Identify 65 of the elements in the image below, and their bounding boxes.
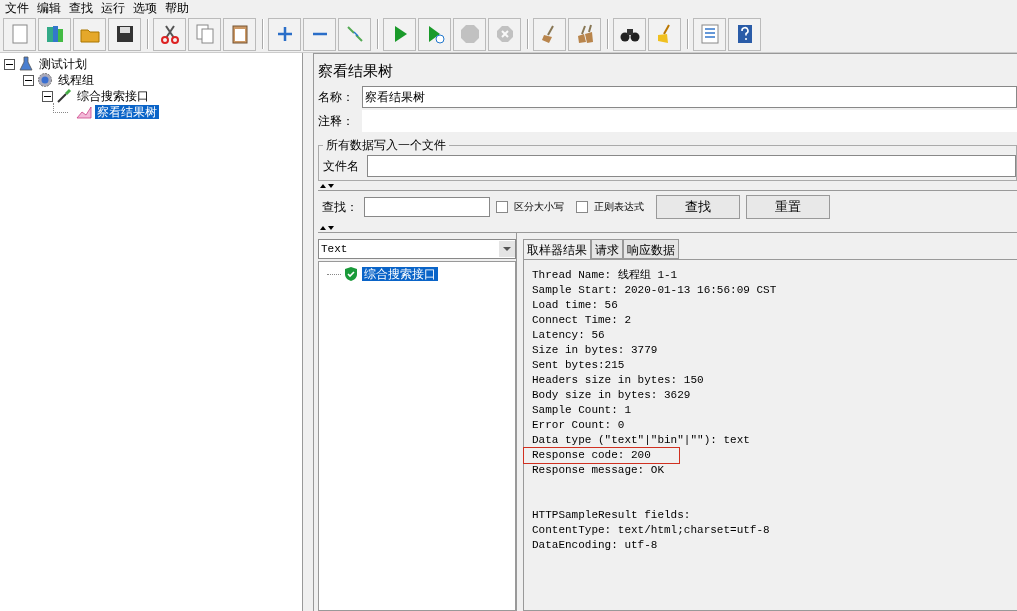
- toolbar-button[interactable]: [108, 17, 141, 51]
- checkbox[interactable]: [496, 201, 508, 213]
- search-field[interactable]: [364, 197, 490, 217]
- collapse-icon[interactable]: [23, 74, 34, 86]
- checkbox-label: 区分大小写: [514, 200, 564, 214]
- tab[interactable]: 取样器结果: [523, 239, 591, 259]
- result-line: Data type ("text"|"bin"|""): text: [532, 433, 750, 448]
- result-line: Thread Name: 线程组 1-1: [532, 268, 678, 283]
- search-button[interactable]: 查找: [656, 195, 740, 219]
- menu-item[interactable]: 帮助: [163, 1, 195, 15]
- result-line: DataEncoding: utf-8: [532, 538, 658, 553]
- renderer-dropdown[interactable]: Text: [318, 239, 516, 259]
- result-line: Latency: 56: [532, 328, 605, 343]
- menu-item[interactable]: 选项: [131, 1, 163, 15]
- minus-icon: [311, 32, 328, 36]
- splitter-arrows-icon[interactable]: [320, 224, 334, 231]
- tree-item[interactable]: 察看结果树: [95, 105, 159, 119]
- pipette-icon: [56, 88, 72, 104]
- collapse-icon[interactable]: [42, 90, 53, 102]
- group-title: 所有数据写入一个文件: [325, 137, 447, 154]
- menu-item[interactable]: 查找: [67, 1, 99, 15]
- checkbox[interactable]: [576, 201, 588, 213]
- result-line: Body size in bytes: 3629: [532, 388, 691, 403]
- result-line: Size in bytes: 3779: [532, 343, 658, 358]
- name-field[interactable]: 察看结果树: [362, 86, 1017, 108]
- panel-title: 察看结果树: [318, 61, 394, 82]
- gear-icon: [37, 72, 53, 88]
- result-line: Error Count: 0: [532, 418, 625, 433]
- result-line: Connect Time: 2: [532, 313, 632, 328]
- field-label: 查找：: [322, 198, 358, 216]
- copy-icon: [193, 23, 216, 45]
- filename-field[interactable]: [367, 155, 1016, 177]
- result-line: ContentType: text/html;charset=utf-8: [532, 523, 770, 538]
- result-line: Response code: 200: [524, 448, 679, 463]
- result-line: Sample Count: 1: [532, 403, 632, 418]
- tree-item[interactable]: 综合搜索接口: [75, 89, 151, 103]
- result-line: Sample Start: 2020-01-13 16:56:09 CST: [532, 283, 777, 298]
- flask-icon: [18, 56, 34, 72]
- result-line: Load time: 56: [532, 298, 618, 313]
- result-line: Headers size in bytes: 150: [532, 373, 704, 388]
- shield-check-icon: [343, 266, 359, 282]
- sample-item[interactable]: 综合搜索接口: [362, 267, 438, 281]
- tree-item[interactable]: 线程组: [56, 73, 96, 87]
- result-line: HTTPSampleResult fields:: [532, 508, 691, 523]
- result-line: Response message: OK: [532, 463, 665, 478]
- field-label: 名称：: [318, 88, 355, 106]
- tab[interactable]: 请求: [591, 239, 623, 259]
- toolbar-button[interactable]: [153, 17, 186, 51]
- collapse-icon[interactable]: [4, 58, 15, 70]
- menu-item[interactable]: 编辑: [35, 1, 67, 15]
- checkbox-label: 正则表达式: [594, 200, 644, 214]
- list-icon: [698, 23, 721, 45]
- result-line: Sent bytes:215: [532, 358, 625, 373]
- tree-item[interactable]: 测试计划: [37, 57, 89, 71]
- scissors-icon: [158, 23, 181, 45]
- menu-item[interactable]: 文件: [3, 1, 35, 15]
- menu-item[interactable]: 运行: [99, 1, 131, 15]
- reset-button[interactable]: 重置: [746, 195, 830, 219]
- toolbar-button[interactable]: [613, 17, 646, 51]
- field-label: 注释：: [318, 112, 355, 130]
- stop-sign-icon: [458, 23, 481, 45]
- chart-icon: [76, 104, 92, 120]
- splitter-arrows-icon[interactable]: [320, 182, 334, 189]
- field-label: 文件名: [323, 157, 360, 175]
- tab[interactable]: 响应数据: [623, 239, 679, 259]
